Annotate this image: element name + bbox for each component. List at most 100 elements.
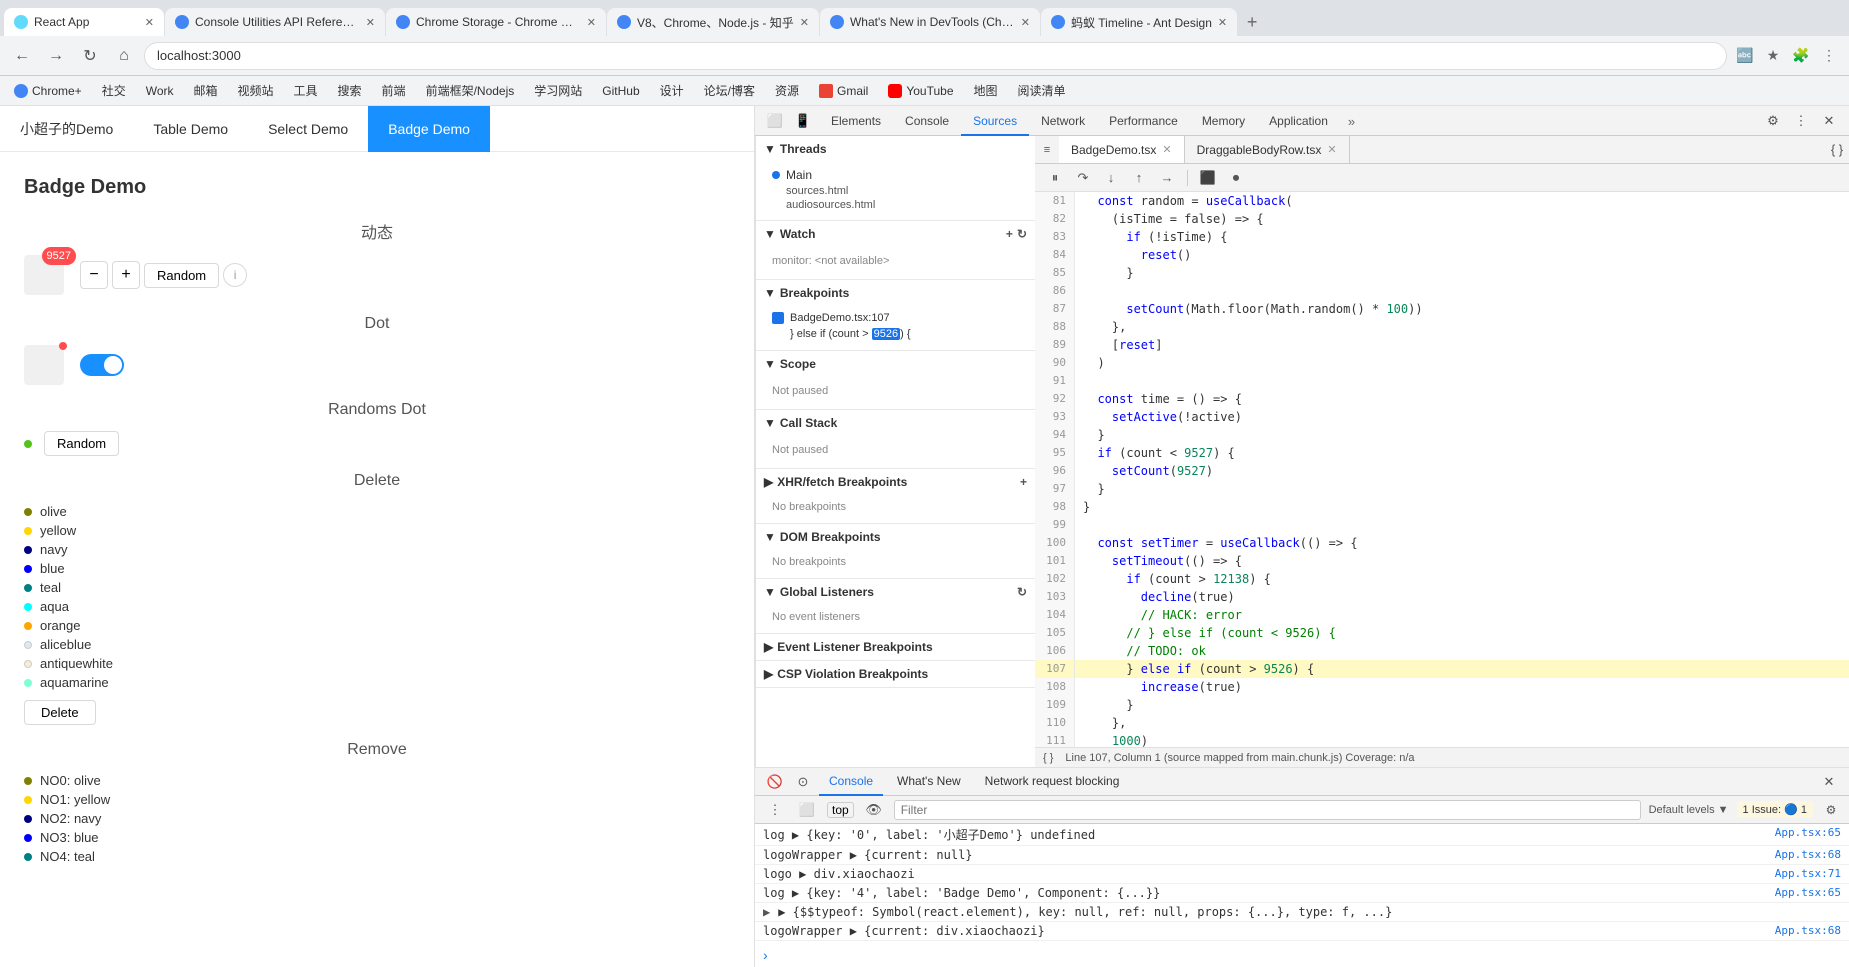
console-expand-icon[interactable]: ▶ xyxy=(763,905,770,919)
step-icon[interactable]: → xyxy=(1155,166,1179,190)
sources-tab-badgedemo-close[interactable]: ✕ xyxy=(1162,143,1171,156)
dt-tab-performance[interactable]: Performance xyxy=(1097,108,1190,136)
sources-nav-icon[interactable]: ≡ xyxy=(1035,138,1059,162)
bookmark-github[interactable]: GitHub xyxy=(596,82,645,100)
tab-close-4[interactable]: ✕ xyxy=(800,16,809,29)
dt-tab-more[interactable]: » xyxy=(1340,108,1363,136)
sources-tab-draggable-close[interactable]: ✕ xyxy=(1327,143,1336,156)
console-filter-icon[interactable]: ⊙ xyxy=(791,770,815,794)
breakpoints-header[interactable]: ▼ Breakpoints xyxy=(756,280,1035,306)
console-devtools-icon[interactable]: ⬜ xyxy=(795,798,819,822)
console-tab-network-blocking[interactable]: Network request blocking xyxy=(975,768,1130,796)
tab-close-2[interactable]: ✕ xyxy=(366,16,375,29)
tab-close-5[interactable]: ✕ xyxy=(1021,16,1030,29)
bookmark-frontend[interactable]: 前端 xyxy=(376,80,412,101)
badge-random-button[interactable]: Random xyxy=(144,263,219,288)
console-source-link[interactable]: App.tsx:68 xyxy=(1775,924,1841,937)
bookmark-maps[interactable]: 地图 xyxy=(968,80,1004,101)
nav-select[interactable]: Select Demo xyxy=(248,106,368,152)
console-more-icon[interactable]: ⋮ xyxy=(763,798,787,822)
bookmark-star-icon[interactable]: ★ xyxy=(1761,44,1785,68)
console-clear-icon[interactable]: 🚫 xyxy=(763,770,787,794)
badge-decrement-button[interactable]: − xyxy=(80,261,108,289)
bookmark-learning[interactable]: 学习网站 xyxy=(528,80,588,101)
step-into-icon[interactable]: ↓ xyxy=(1099,166,1123,190)
console-source-link[interactable]: App.tsx:71 xyxy=(1775,867,1841,880)
bookmark-search[interactable]: 搜索 xyxy=(332,80,368,101)
bookmark-video[interactable]: 视频站 xyxy=(232,80,280,101)
browser-tab-2[interactable]: Console Utilities API Reference... ✕ xyxy=(165,8,385,36)
sources-format-icon[interactable]: { } xyxy=(1825,138,1849,162)
devtools-more-icon[interactable]: ⋮ xyxy=(1789,109,1813,133)
top-selector[interactable]: top xyxy=(827,802,854,818)
step-over-icon[interactable]: ↷ xyxy=(1071,166,1095,190)
browser-tab-3[interactable]: Chrome Storage - Chrome De... ✕ xyxy=(386,8,606,36)
console-source-link[interactable]: App.tsx:65 xyxy=(1775,826,1841,839)
sources-tab-draggable[interactable]: DraggableBodyRow.tsx ✕ xyxy=(1185,136,1350,164)
home-button[interactable]: ⌂ xyxy=(110,42,138,70)
dom-header[interactable]: ▼ DOM Breakpoints xyxy=(756,524,1035,550)
bookmark-gmail[interactable]: Gmail xyxy=(813,82,874,100)
translate-icon[interactable]: 🔤 xyxy=(1733,44,1757,68)
new-tab-button[interactable]: + xyxy=(1238,8,1266,36)
back-button[interactable]: ← xyxy=(8,42,36,70)
devtools-close-button[interactable]: ✕ xyxy=(1817,109,1841,133)
pause-exceptions-icon[interactable]: ⏺ xyxy=(1224,166,1248,190)
url-bar[interactable]: localhost:3000 xyxy=(144,42,1727,70)
dt-tab-network[interactable]: Network xyxy=(1029,108,1097,136)
dt-tab-application[interactable]: Application xyxy=(1257,108,1340,136)
bookmark-reading[interactable]: 阅读清单 xyxy=(1012,80,1072,101)
toggle-switch[interactable] xyxy=(80,354,124,376)
sources-tab-badgedemo[interactable]: BadgeDemo.tsx ✕ xyxy=(1059,136,1185,164)
event-header[interactable]: ▶ Event Listener Breakpoints xyxy=(756,634,1035,660)
browser-tab-react[interactable]: React App ✕ xyxy=(4,8,164,36)
info-icon[interactable]: i xyxy=(223,263,247,287)
console-eye-icon[interactable]: 👁 xyxy=(862,798,886,822)
nav-badge[interactable]: Badge Demo xyxy=(368,106,490,152)
devtools-inspect-icon[interactable]: ⬜ xyxy=(763,109,787,133)
dt-tab-memory[interactable]: Memory xyxy=(1190,108,1257,136)
bookmark-work[interactable]: Work xyxy=(140,82,180,100)
browser-tab-4[interactable]: V8、Chrome、Node.js - 知乎 ✕ xyxy=(607,8,819,36)
console-close-button[interactable]: ✕ xyxy=(1817,770,1841,794)
devtools-settings-icon[interactable]: ⚙ xyxy=(1761,109,1785,133)
browser-tab-6[interactable]: 蚂蚁 Timeline - Ant Design ✕ xyxy=(1041,8,1237,36)
bookmark-forum[interactable]: 论坛/博客 xyxy=(698,80,761,101)
browser-tab-5[interactable]: What's New in DevTools (Chro... ✕ xyxy=(820,8,1040,36)
bp-checkbox-1[interactable] xyxy=(772,312,784,324)
call-stack-header[interactable]: ▼ Call Stack xyxy=(756,410,1035,436)
watch-header[interactable]: ▼ Watch + ↻ xyxy=(756,221,1035,247)
delete-button[interactable]: Delete xyxy=(24,700,96,725)
extensions-icon[interactable]: 🧩 xyxy=(1789,44,1813,68)
watch-add-icon[interactable]: + xyxy=(1006,227,1013,241)
thread-file-sources[interactable]: sources.html xyxy=(786,184,1027,198)
bookmark-tools[interactable]: 工具 xyxy=(288,80,324,101)
bookmark-design[interactable]: 设计 xyxy=(654,80,690,101)
console-tab-console[interactable]: Console xyxy=(819,768,883,796)
console-source-link[interactable]: App.tsx:65 xyxy=(1775,886,1841,899)
watch-refresh-icon[interactable]: ↻ xyxy=(1017,227,1027,241)
console-level-selector[interactable]: Default levels ▼ xyxy=(1649,804,1729,816)
menu-icon[interactable]: ⋮ xyxy=(1817,44,1841,68)
nav-table[interactable]: Table Demo xyxy=(133,106,248,152)
dt-tab-console[interactable]: Console xyxy=(893,108,961,136)
threads-header[interactable]: ▼ Threads xyxy=(756,136,1035,162)
bookmark-chrome-plus[interactable]: Chrome+ xyxy=(8,82,88,100)
nav-xiaochaozi[interactable]: 小超子的Demo xyxy=(0,106,133,152)
refresh-button[interactable]: ↻ xyxy=(76,42,104,70)
console-filter-input[interactable] xyxy=(894,800,1641,820)
xhr-header[interactable]: ▶ XHR/fetch Breakpoints + xyxy=(756,469,1035,495)
deactivate-breakpoints-icon[interactable]: ⬛ xyxy=(1196,166,1220,190)
code-editor[interactable]: 81 const random = useCallback(82 (isTime… xyxy=(1035,192,1849,747)
console-input[interactable] xyxy=(774,948,1841,962)
csp-header[interactable]: ▶ CSP Violation Breakpoints xyxy=(756,661,1035,687)
tab-close-3[interactable]: ✕ xyxy=(587,16,596,29)
randoms-random-button[interactable]: Random xyxy=(44,431,119,456)
thread-file-audio[interactable]: audiosources.html xyxy=(786,198,1027,212)
global-refresh-icon[interactable]: ↻ xyxy=(1017,585,1027,599)
bookmark-frameworks[interactable]: 前端框架/Nodejs xyxy=(420,80,521,101)
xhr-add-icon[interactable]: + xyxy=(1020,475,1027,489)
bookmark-social[interactable]: 社交 xyxy=(96,80,132,101)
step-out-icon[interactable]: ↑ xyxy=(1127,166,1151,190)
global-header[interactable]: ▼ Global Listeners ↻ xyxy=(756,579,1035,605)
